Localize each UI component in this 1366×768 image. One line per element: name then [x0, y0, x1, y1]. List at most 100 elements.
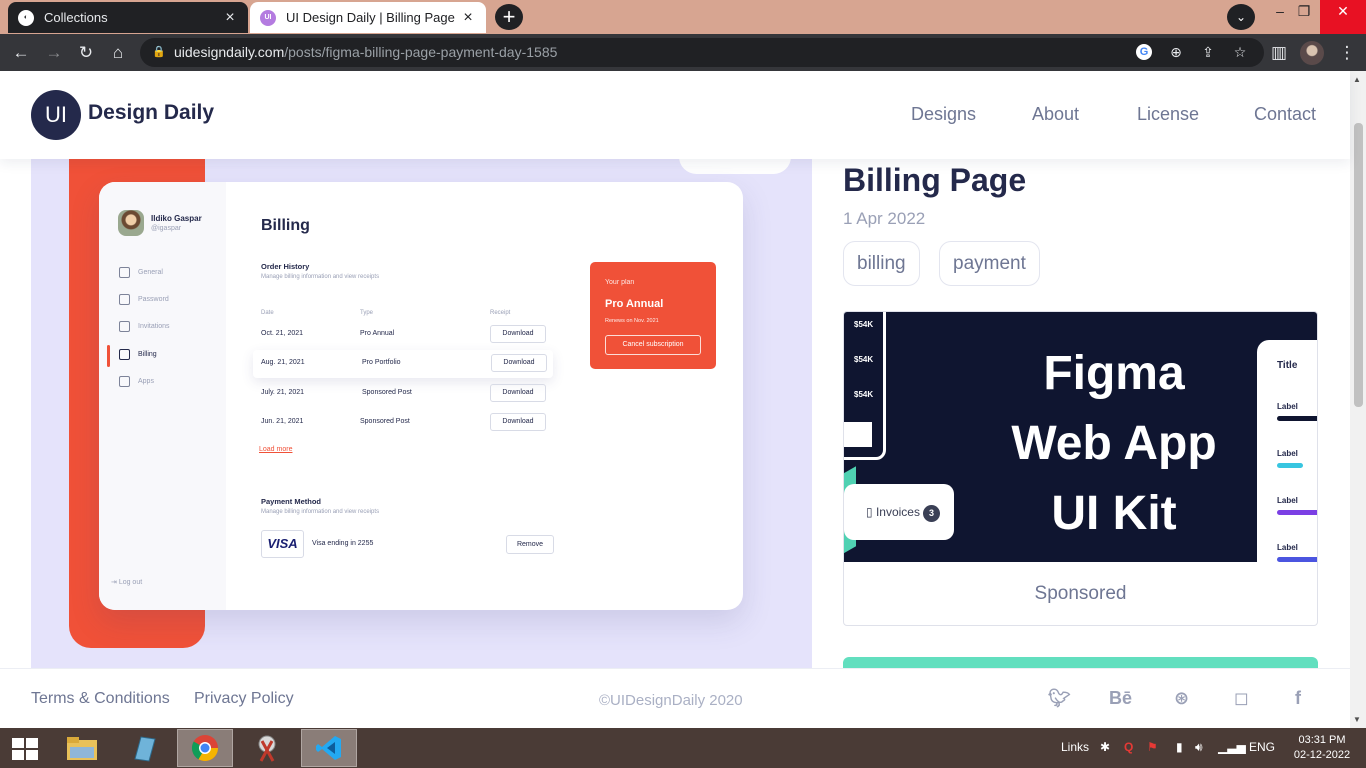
- col-date: Date: [261, 310, 274, 316]
- chrome-icon[interactable]: [177, 729, 233, 767]
- google-icon[interactable]: G: [1136, 44, 1152, 60]
- quick-heal-icon[interactable]: Q: [1124, 740, 1133, 754]
- notepad-icon[interactable]: [116, 729, 172, 767]
- dribbble-icon[interactable]: ⊛: [1174, 688, 1189, 709]
- close-tab-icon[interactable]: ×: [222, 9, 238, 27]
- ad-stat-label: $54K: [854, 355, 874, 364]
- table-row: July. 21, 2021 Sponsored Post Download: [261, 382, 551, 406]
- close-tab-icon[interactable]: ×: [460, 9, 476, 27]
- payment-method-heading: Payment Method: [261, 497, 322, 506]
- brand-name[interactable]: Design Daily: [88, 101, 214, 125]
- scroll-thumb[interactable]: [1354, 123, 1363, 407]
- mock-menu-general: General: [119, 267, 163, 278]
- mock-menu-label: Invitations: [138, 323, 170, 330]
- row-date: Oct. 21, 2021: [261, 330, 304, 337]
- system-clock[interactable]: 03:31 PM 02-12-2022: [1287, 733, 1357, 763]
- mock-sidebar: Ildiko Gaspar @igaspar General Password …: [99, 182, 226, 610]
- side-panel-icon[interactable]: ▥: [1266, 40, 1292, 66]
- home-icon[interactable]: ⌂: [105, 40, 131, 66]
- snipping-tool-icon[interactable]: [239, 729, 295, 767]
- ad-decor-square: [844, 422, 872, 447]
- page-scrollbar[interactable]: ▲ ▼: [1350, 71, 1366, 728]
- facebook-icon[interactable]: f: [1295, 688, 1301, 709]
- logout-icon: ⇥: [111, 579, 119, 586]
- scroll-up-icon[interactable]: ▲: [1353, 75, 1361, 84]
- ad-stat-label: $54K: [854, 320, 874, 329]
- reload-icon[interactable]: ↻: [73, 40, 99, 66]
- ad-headline-line: Figma: [1043, 347, 1185, 400]
- forward-icon[interactable]: →: [41, 40, 67, 66]
- order-history-sub: Manage billing information and view rece…: [261, 274, 380, 280]
- browser-toolbar: ← → ↻ ⌂ 🔒 uidesigndaily.com/posts/figma-…: [0, 34, 1366, 71]
- instagram-icon[interactable]: ◻: [1234, 688, 1249, 709]
- network-icon[interactable]: ▁▃▅: [1218, 740, 1246, 754]
- url-host: uidesigndaily.com: [174, 44, 285, 60]
- plan-name: Pro Annual: [605, 298, 664, 310]
- site-header: UI Design Daily Designs About License Co…: [0, 71, 1350, 159]
- tab-collections[interactable]: ◐ Collections ×: [8, 2, 248, 33]
- new-tab-button[interactable]: +: [495, 4, 523, 30]
- close-window-button[interactable]: ✕: [1320, 0, 1366, 34]
- ad-panel-title: Title: [1277, 360, 1298, 371]
- ad-decor-panel: Title Label Label Label Label: [1257, 340, 1317, 562]
- mock-menu-billing: Billing: [119, 349, 157, 360]
- order-history-heading: Order History: [261, 262, 310, 271]
- tag-billing[interactable]: billing: [843, 241, 920, 286]
- back-icon[interactable]: ←: [8, 40, 34, 66]
- copyright: ©UIDesignDaily 2020: [599, 692, 743, 709]
- share-icon[interactable]: ⇪: [1197, 38, 1219, 67]
- general-icon: [119, 267, 130, 278]
- cancel-subscription-button: Cancel subscription: [605, 335, 701, 355]
- mock-menu-invitations: Invitations: [119, 321, 170, 332]
- mock-menu-label: Billing: [138, 351, 157, 358]
- browser-tab-strip: ◐ Collections × UI UI Design Daily | Bil…: [0, 0, 1366, 34]
- file-explorer-icon[interactable]: [54, 729, 110, 767]
- vscode-icon[interactable]: [301, 729, 357, 767]
- plan-card: Your plan Pro Annual Renews on Nov. 2021…: [590, 262, 716, 369]
- zoom-icon[interactable]: ⊕: [1165, 38, 1187, 67]
- invoices-count: 3: [922, 505, 940, 522]
- mock-user-handle: @igaspar: [151, 225, 182, 232]
- load-more-link: Load more: [259, 446, 293, 453]
- profile-avatar[interactable]: [1300, 41, 1324, 65]
- language-indicator[interactable]: ENG: [1249, 740, 1275, 754]
- terms-link[interactable]: Terms & Conditions: [31, 690, 170, 708]
- nav-license[interactable]: License: [1137, 104, 1199, 125]
- nav-contact[interactable]: Contact: [1254, 104, 1316, 125]
- nav-about[interactable]: About: [1032, 104, 1079, 125]
- apps-icon: [119, 376, 130, 387]
- links-toolbar[interactable]: Links: [1061, 740, 1089, 754]
- windows-start-icon[interactable]: [12, 738, 38, 760]
- col-receipt: Receipt: [490, 310, 511, 316]
- download-button: Download: [490, 325, 546, 343]
- bookmark-star-icon[interactable]: ☆: [1229, 38, 1251, 67]
- scroll-down-icon[interactable]: ▼: [1353, 715, 1361, 724]
- tag-payment[interactable]: payment: [939, 241, 1040, 286]
- row-type: Pro Annual: [360, 330, 395, 337]
- bluetooth-icon[interactable]: ✱: [1100, 740, 1110, 754]
- document-icon: ▯: [866, 505, 876, 519]
- twitter-icon[interactable]: 🐦︎: [1048, 688, 1071, 709]
- mock-logout: ⇥ Log out: [111, 578, 142, 586]
- user-photo: [118, 210, 144, 236]
- url-path: /posts/figma-billing-page-payment-day-15…: [284, 44, 558, 60]
- tab-billing-page[interactable]: UI UI Design Daily | Billing Page ×: [250, 2, 486, 33]
- volume-icon[interactable]: 🔊︎: [1195, 740, 1203, 755]
- row-date: July. 21, 2021: [261, 389, 305, 396]
- design-preview-image[interactable]: Ildiko Gaspar @igaspar General Password …: [31, 159, 812, 669]
- invoices-label: Invoices: [875, 505, 920, 519]
- tab-title: UI Design Daily | Billing Page: [286, 10, 455, 25]
- nav-designs[interactable]: Designs: [911, 104, 976, 125]
- sponsored-ad[interactable]: $54K $54K $54K ▯ Invoices 3 Figma Web App…: [843, 311, 1318, 626]
- behance-icon[interactable]: Bē: [1109, 688, 1132, 709]
- address-bar[interactable]: 🔒 uidesigndaily.com/posts/figma-billing-…: [140, 38, 1264, 67]
- site-logo[interactable]: UI: [31, 90, 81, 140]
- browser-menu-icon[interactable]: ⋮: [1334, 40, 1360, 66]
- privacy-link[interactable]: Privacy Policy: [194, 690, 294, 708]
- ad-panel-bar: [1277, 510, 1317, 515]
- security-alert-icon[interactable]: ⚑: [1147, 740, 1158, 754]
- billing-icon: [119, 349, 130, 360]
- battery-icon[interactable]: ▮: [1176, 740, 1183, 754]
- tab-search-button[interactable]: ⌄: [1227, 4, 1255, 30]
- download-button: Download: [490, 413, 546, 431]
